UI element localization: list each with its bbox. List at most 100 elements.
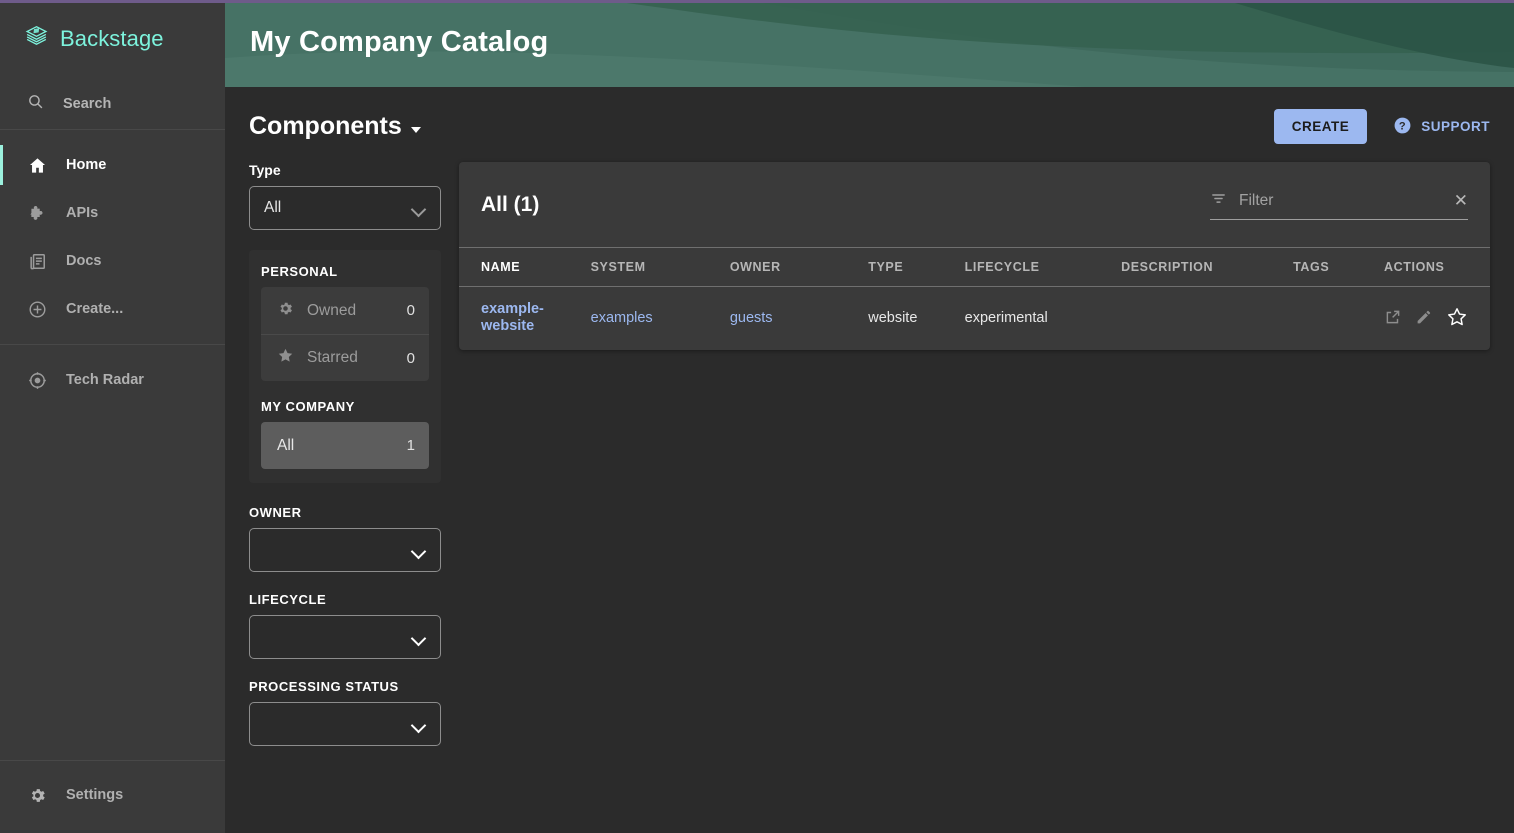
cell-lifecycle: experimental — [964, 310, 1048, 327]
page-heading: Components — [249, 112, 402, 140]
sidebar-item-label: APIs — [66, 205, 99, 221]
cell-tags — [1293, 287, 1384, 350]
svg-text:?: ? — [1399, 120, 1406, 132]
filter-option-label: Starred — [307, 349, 358, 366]
my-company-group-label: MY COMPANY — [261, 399, 355, 414]
processing-status-filter-select[interactable] — [249, 702, 441, 746]
filter-option-count: 0 — [406, 349, 415, 367]
support-link[interactable]: ? SUPPORT — [1393, 116, 1490, 138]
type-filter-label: Type — [249, 162, 281, 178]
sidebar: Backstage Search Home APIs Docs Create..… — [0, 0, 225, 833]
main-content: My Company Catalog Components CREATE ? S… — [225, 0, 1514, 833]
processing-status-filter-label: PROCESSING STATUS — [249, 679, 399, 694]
star-icon — [277, 347, 294, 369]
entity-name-link[interactable]: example-website — [481, 301, 546, 336]
sidebar-primary-group: Home APIs Docs Create... — [0, 130, 225, 345]
type-filter-value: All — [264, 199, 282, 216]
search-label: Search — [63, 95, 112, 112]
sidebar-item-docs[interactable]: Docs — [0, 237, 225, 285]
table-header-row: NAME SYSTEM OWNER TYPE LIFECYCLE DESCRIP… — [459, 247, 1490, 287]
owner-filter-label: OWNER — [249, 505, 302, 520]
page-title: My Company Catalog — [250, 26, 549, 58]
clear-filter-icon[interactable]: ✕ — [1454, 192, 1468, 209]
chevron-down-icon — [412, 204, 426, 212]
column-header-owner[interactable]: OWNER — [729, 247, 869, 287]
my-company-filter-list: All 1 — [261, 422, 429, 469]
sidebar-item-label: Tech Radar — [66, 372, 144, 388]
table-body: example-website examples guests website … — [459, 287, 1490, 350]
lifecycle-filter-label: LIFECYCLE — [249, 592, 327, 607]
app-root: Backstage Search Home APIs Docs Create..… — [0, 0, 1514, 833]
cell-type: website — [868, 310, 918, 327]
catalog-table-card: All (1) Filter ✕ NAME SYSTEM OWNER TYPE … — [459, 162, 1490, 350]
sidebar-item-apis[interactable]: APIs — [0, 189, 225, 237]
sidebar-item-label: Home — [66, 157, 107, 173]
personal-filter-list: Owned 0 Starred 0 — [261, 287, 429, 381]
edit-pencil-icon[interactable] — [1415, 308, 1433, 326]
page-banner: My Company Catalog — [225, 0, 1514, 87]
column-header-type[interactable]: TYPE — [868, 247, 965, 287]
filter-option-owned[interactable]: Owned 0 — [261, 287, 429, 334]
open-in-new-icon[interactable] — [1384, 308, 1402, 326]
search-icon — [27, 93, 44, 115]
table-filter-field[interactable]: Filter ✕ — [1210, 190, 1468, 220]
toolbar-actions: CREATE ? SUPPORT — [1273, 109, 1490, 144]
plus-circle-icon — [27, 300, 47, 319]
filter-option-all[interactable]: All 1 — [261, 422, 429, 469]
chevron-down-icon — [412, 720, 426, 728]
table-row: example-website examples guests website … — [459, 287, 1490, 350]
radar-icon — [27, 371, 47, 390]
sidebar-item-create[interactable]: Create... — [0, 285, 225, 333]
backstage-logo-icon — [24, 24, 49, 54]
column-header-lifecycle[interactable]: LIFECYCLE — [964, 247, 1122, 287]
components-title-dropdown[interactable]: Components — [249, 112, 421, 141]
catalog-body: Type All PERSONAL Owned 0 Starred 0 MY C… — [225, 144, 1514, 766]
cell-owner: guests — [730, 287, 868, 350]
filter-option-count: 0 — [406, 302, 415, 319]
sidebar-item-search[interactable]: Search — [0, 78, 225, 130]
cell-description — [1121, 287, 1293, 350]
book-icon — [27, 252, 47, 271]
table-title: All (1) — [481, 192, 540, 216]
puzzle-icon — [27, 204, 47, 223]
sidebar-secondary-group: Tech Radar — [0, 345, 225, 415]
sidebar-brand[interactable]: Backstage — [0, 0, 225, 78]
table-filter-input[interactable]: Filter — [1239, 192, 1442, 210]
home-icon — [27, 156, 47, 175]
star-outline-icon[interactable] — [1446, 306, 1468, 328]
filters-panel: Type All PERSONAL Owned 0 Starred 0 MY C… — [249, 162, 441, 766]
owner-link[interactable]: guests — [730, 310, 773, 326]
sidebar-item-tech-radar[interactable]: Tech Radar — [0, 356, 225, 404]
column-header-actions: ACTIONS — [1384, 247, 1490, 287]
system-link[interactable]: examples — [591, 310, 653, 326]
column-header-system[interactable]: SYSTEM — [590, 247, 730, 287]
column-header-description[interactable]: DESCRIPTION — [1121, 247, 1294, 287]
filter-option-count: 1 — [406, 437, 415, 454]
row-action-group — [1384, 306, 1468, 328]
chevron-down-icon — [412, 633, 426, 641]
sidebar-item-home[interactable]: Home — [0, 141, 225, 189]
filter-option-label: Owned — [307, 301, 357, 319]
sidebar-item-label: Docs — [66, 253, 102, 269]
column-header-name[interactable]: NAME — [459, 247, 591, 287]
personal-group-label: PERSONAL — [261, 264, 338, 279]
gear-icon — [277, 300, 294, 322]
cell-actions — [1384, 287, 1490, 350]
sidebar-item-label: Create... — [66, 301, 124, 317]
owner-filter-select[interactable] — [249, 528, 441, 572]
column-header-tags[interactable]: TAGS — [1293, 247, 1384, 287]
create-button[interactable]: CREATE — [1273, 109, 1368, 144]
type-filter-select[interactable]: All — [249, 186, 441, 230]
sidebar-item-settings[interactable]: Settings — [0, 771, 225, 819]
chevron-down-icon — [412, 546, 426, 554]
cell-name: example-website — [459, 287, 591, 350]
lifecycle-filter-select[interactable] — [249, 615, 441, 659]
sidebar-item-label: Settings — [66, 787, 124, 803]
help-circle-icon: ? — [1393, 116, 1412, 138]
brand-name: Backstage — [60, 26, 164, 51]
filter-option-label: All — [277, 436, 295, 454]
filter-option-starred[interactable]: Starred 0 — [261, 334, 429, 381]
support-label: SUPPORT — [1421, 119, 1490, 134]
cell-system: examples — [591, 287, 730, 350]
table-head: NAME SYSTEM OWNER TYPE LIFECYCLE DESCRIP… — [459, 247, 1490, 287]
